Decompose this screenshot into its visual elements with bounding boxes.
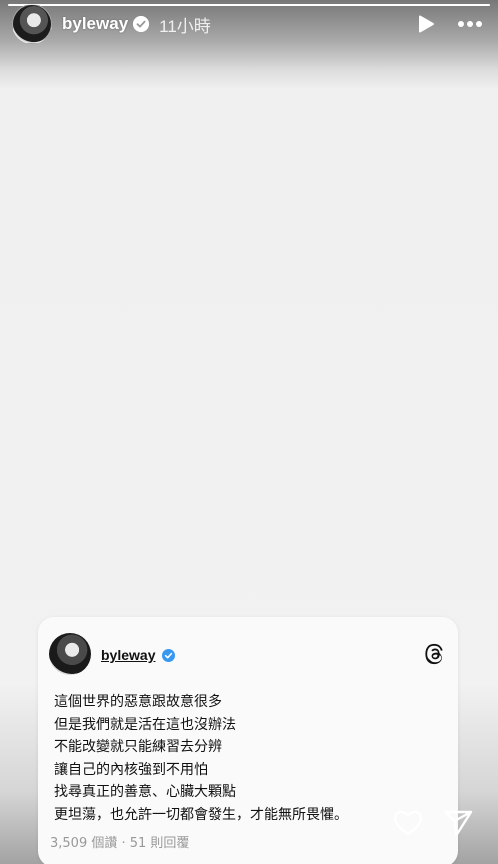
more-icon [458,21,482,27]
username[interactable]: byleway [62,14,128,34]
post-stats: 3,509 個讚 · 51 則回覆 [50,836,190,851]
post-line: 更坦蕩，也允許一切都會發生，才能無所畏懼。 [54,806,348,823]
threads-logo-icon[interactable] [424,643,446,665]
more-options-button[interactable] [456,10,484,38]
post-line: 但是我們就是活在這也沒辦法 [54,716,236,733]
like-button[interactable] [392,807,424,839]
post-line: 找尋真正的善意、心臟大顆點 [54,784,236,800]
card-verified-icon [162,649,175,662]
send-icon [444,810,473,837]
share-button[interactable] [442,807,474,839]
card-username[interactable]: byleway [101,647,155,663]
avatar[interactable] [12,4,52,44]
card-avatar [49,633,91,675]
post-line: 不能改變就只能練習去分辨 [54,739,222,755]
story-header: byleway 11小時 [12,4,484,44]
post-time: 11小時 [159,16,211,36]
verified-badge-icon [133,16,150,32]
post-text: 這個世界的惡意跟故意很多 但是我們就是活在這也沒辦法 不能改變就只能練習去分辨 … [54,691,442,826]
heart-icon [393,810,423,836]
play-button[interactable] [412,10,440,38]
post-line: 這個世界的惡意跟故意很多 [54,694,222,710]
play-icon [419,15,434,33]
post-line: 讓自己的內核強到不用怕 [54,761,208,778]
